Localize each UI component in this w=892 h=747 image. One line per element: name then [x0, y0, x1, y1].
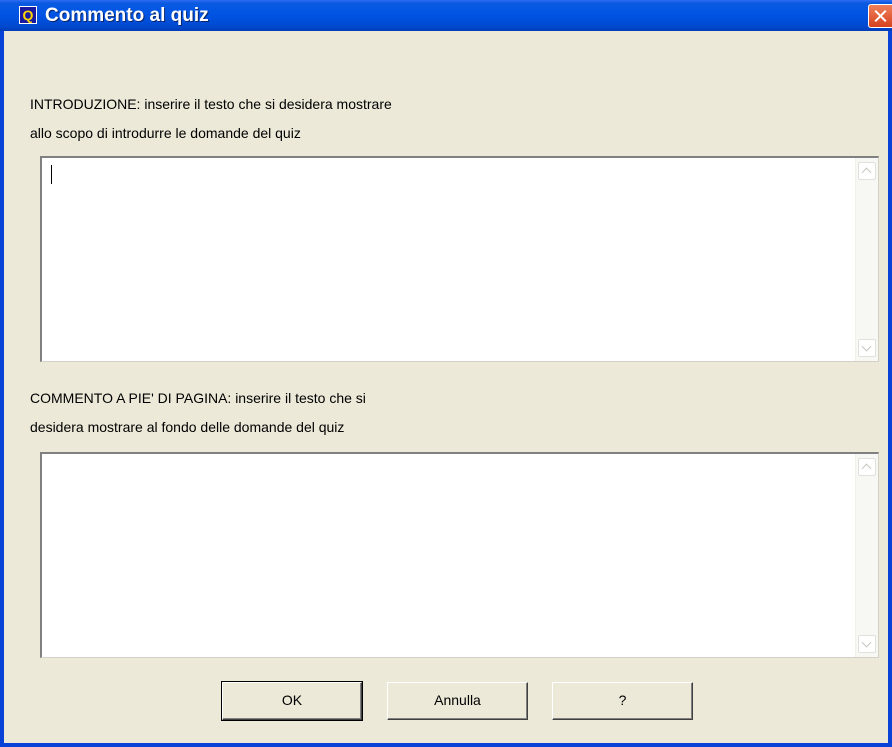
scroll-up-icon[interactable] [858, 458, 876, 476]
footer-scrollbar[interactable] [855, 454, 878, 657]
intro-label-line1: INTRODUZIONE: inserire il testo che si d… [30, 96, 392, 112]
scroll-up-icon[interactable] [858, 162, 876, 180]
cancel-button[interactable]: Annulla [387, 682, 528, 720]
scroll-down-icon[interactable] [858, 339, 876, 357]
ok-button[interactable]: OK [221, 681, 363, 721]
close-icon[interactable] [868, 4, 892, 28]
footer-label-line1: COMMENTO A PIE' DI PAGINA: inserire il t… [30, 390, 366, 406]
dialog-window: Q Commento al quiz INTRODUZIONE: inserir… [0, 0, 892, 747]
window-title: Commento al quiz [45, 5, 209, 26]
footer-label-line2: desidera mostrare al fondo delle domande… [30, 419, 345, 435]
intro-label-line2: allo scopo di introdurre le domande del … [30, 125, 301, 141]
title-bar[interactable]: Q Commento al quiz [0, 0, 892, 31]
app-icon: Q [19, 6, 37, 24]
scroll-down-icon[interactable] [858, 635, 876, 653]
help-button[interactable]: ? [552, 682, 693, 720]
text-caret [51, 165, 52, 184]
intro-textarea[interactable] [40, 156, 879, 362]
footer-textarea[interactable] [40, 452, 879, 658]
intro-scrollbar[interactable] [855, 158, 878, 361]
